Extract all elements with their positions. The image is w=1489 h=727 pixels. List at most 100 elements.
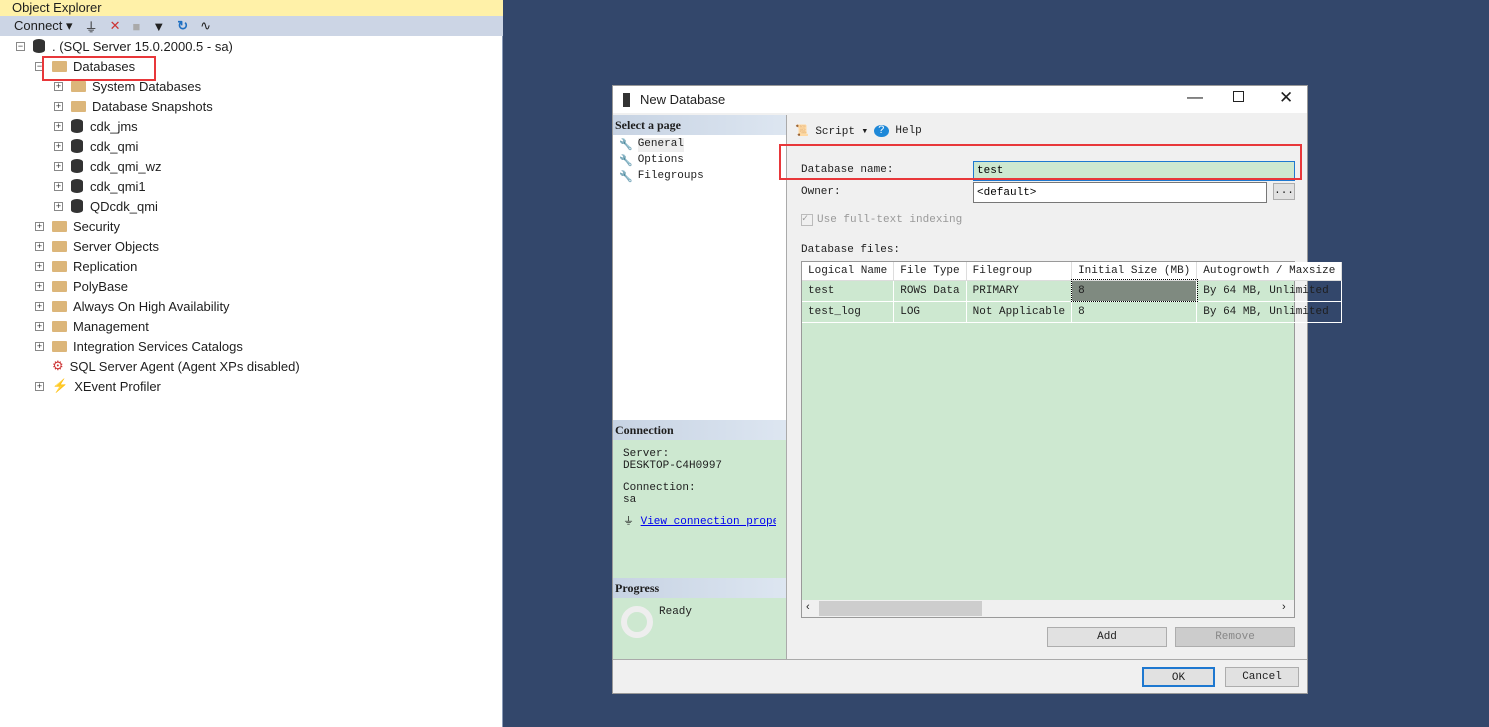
disconnect-icon[interactable]: ✕ [110, 18, 121, 34]
table-cell[interactable]: 8 [1071, 301, 1198, 323]
owner-input[interactable] [973, 182, 1267, 203]
expand-icon[interactable]: + [35, 221, 44, 231]
stop-icon[interactable]: ■ [132, 19, 140, 34]
progress-section: Ready [613, 598, 786, 659]
owner-label: Owner: [801, 186, 841, 198]
scroll-left-icon[interactable]: ‹ [806, 601, 810, 613]
table-row[interactable]: test ROWS Data PRIMARY 8 By 64 MB, Unlimited [802, 279, 1343, 302]
dialog-title-bar: New Database — ✕ [613, 86, 1307, 113]
table-cell[interactable]: Not Applicable [966, 301, 1073, 323]
page-general[interactable]: 🔧 General [619, 138, 684, 152]
page-filegroups[interactable]: 🔧 Filegroups [619, 170, 704, 184]
script-button[interactable]: 📜 Script ▾ [795, 124, 868, 138]
expand-icon[interactable]: + [54, 141, 63, 151]
folder-icon [52, 240, 67, 252]
refresh-icon[interactable]: ↻ [177, 18, 188, 34]
column-header[interactable]: Filegroup [966, 262, 1073, 281]
database-icon [71, 159, 83, 173]
ok-button[interactable]: OK [1142, 667, 1215, 687]
expand-icon[interactable]: + [54, 101, 63, 111]
table-row[interactable]: test_log LOG Not Applicable 8 By 64 MB, Unli… [802, 301, 1343, 323]
tree-database-item[interactable]: + cdk_jms [54, 116, 138, 136]
collapse-icon[interactable]: − [16, 41, 25, 51]
object-explorer-panel: Object Explorer Connect ▾ ⏚ ✕ ■ ▼ ↻ ∿ −.… [0, 0, 503, 727]
tree-server-node[interactable]: −. (SQL Server 15.0.2000.5 - sa) [16, 36, 233, 56]
connect-icon[interactable]: ⏚ [85, 17, 98, 36]
column-header[interactable]: File Type [893, 262, 967, 281]
progress-status: Ready [659, 606, 693, 618]
expand-icon[interactable]: + [35, 241, 44, 251]
tree-server-item[interactable]: + Management [35, 316, 149, 336]
connect-button[interactable]: Connect ▾ [14, 18, 73, 34]
column-header[interactable]: Logical Name [802, 262, 895, 281]
expand-icon[interactable]: + [35, 381, 44, 391]
table-cell[interactable]: test [802, 280, 895, 302]
tree-database-item[interactable]: + Database Snapshots [54, 96, 213, 116]
tree-xevent-node[interactable]: + ⚡ XEvent Profiler [35, 376, 161, 396]
minimize-button[interactable]: — [1187, 89, 1203, 107]
expand-icon[interactable]: + [54, 121, 63, 131]
tree-server-item[interactable]: + Integration Services Catalogs [35, 336, 243, 356]
scrollbar-thumb[interactable] [819, 601, 982, 616]
cancel-button[interactable]: Cancel [1225, 667, 1299, 687]
expand-icon[interactable]: + [54, 181, 63, 191]
tree-database-item[interactable]: + cdk_qmi [54, 136, 138, 156]
tree-database-item[interactable]: + cdk_qmi1 [54, 176, 146, 196]
checkbox-icon: ✓ [801, 214, 813, 226]
expand-icon[interactable]: + [35, 321, 44, 331]
expand-icon[interactable]: + [54, 201, 63, 211]
column-header[interactable]: Autogrowth / Maxsize [1196, 262, 1343, 281]
activity-monitor-icon[interactable]: ∿ [200, 18, 211, 34]
scroll-right-icon[interactable]: › [1282, 601, 1286, 613]
tree-server-item[interactable]: + Security [35, 216, 120, 236]
connection-icon: ⏚ [623, 516, 641, 528]
filter-icon[interactable]: ▼ [152, 19, 165, 34]
table-cell[interactable]: ROWS Data [893, 280, 967, 302]
tree-server-item[interactable]: + Always On High Availability [35, 296, 230, 316]
wrench-icon: 🔧 [619, 156, 633, 168]
folder-icon [52, 300, 67, 312]
folder-icon [52, 220, 67, 232]
divider [613, 659, 1307, 660]
expand-icon[interactable]: + [35, 341, 44, 351]
tree-server-item[interactable]: + PolyBase [35, 276, 128, 296]
object-explorer-toolbar: Connect ▾ ⏚ ✕ ■ ▼ ↻ ∿ [0, 16, 503, 36]
remove-button[interactable]: Remove [1175, 627, 1295, 647]
folder-icon [71, 80, 86, 92]
select-page-header: Select a page [613, 115, 786, 135]
tree-database-item[interactable]: + QDcdk_qmi [54, 196, 158, 216]
progress-header: Progress [613, 578, 786, 598]
view-connection-properties-link[interactable]: View connection properties [641, 516, 776, 528]
close-button[interactable]: ✕ [1279, 88, 1293, 108]
expand-icon[interactable]: + [35, 301, 44, 311]
expand-icon[interactable]: + [54, 161, 63, 171]
column-header[interactable]: Initial Size (MB) [1071, 262, 1198, 281]
expand-icon[interactable]: + [35, 261, 44, 271]
wrench-icon: 🔧 [619, 140, 633, 152]
owner-browse-button[interactable]: ... [1273, 183, 1295, 200]
database-icon [71, 199, 83, 213]
tree-server-item[interactable]: + Server Objects [35, 236, 159, 256]
tree-agent-node[interactable]: ⚙ SQL Server Agent (Agent XPs disabled) [35, 356, 300, 376]
table-cell[interactable]: test_log [802, 301, 895, 323]
table-cell[interactable]: PRIMARY [966, 280, 1073, 302]
table-cell[interactable]: By 64 MB, Unlimited [1196, 280, 1343, 302]
help-button[interactable]: ? Help [874, 125, 922, 137]
tree-database-item[interactable]: + cdk_qmi_wz [54, 156, 162, 176]
expand-icon[interactable]: + [54, 81, 63, 91]
add-button[interactable]: Add [1047, 627, 1167, 647]
database-icon [71, 179, 83, 193]
tree-server-item[interactable]: + Replication [35, 256, 137, 276]
fulltext-checkbox[interactable]: ✓ Use full-text indexing [801, 214, 962, 226]
expand-icon[interactable]: + [35, 281, 44, 291]
table-cell[interactable]: By 64 MB, Unlimited [1196, 301, 1343, 323]
help-icon: ? [874, 125, 889, 137]
maximize-button[interactable] [1233, 91, 1244, 102]
table-cell[interactable]: LOG [893, 301, 967, 323]
folder-icon [71, 100, 86, 112]
dialog-toolbar: 📜 Script ▾ ? Help [795, 124, 922, 138]
folder-icon [52, 260, 67, 272]
horizontal-scrollbar[interactable]: ‹ › [802, 600, 1294, 617]
table-cell[interactable]: 8 [1070, 279, 1198, 302]
page-options[interactable]: 🔧 Options [619, 154, 684, 168]
